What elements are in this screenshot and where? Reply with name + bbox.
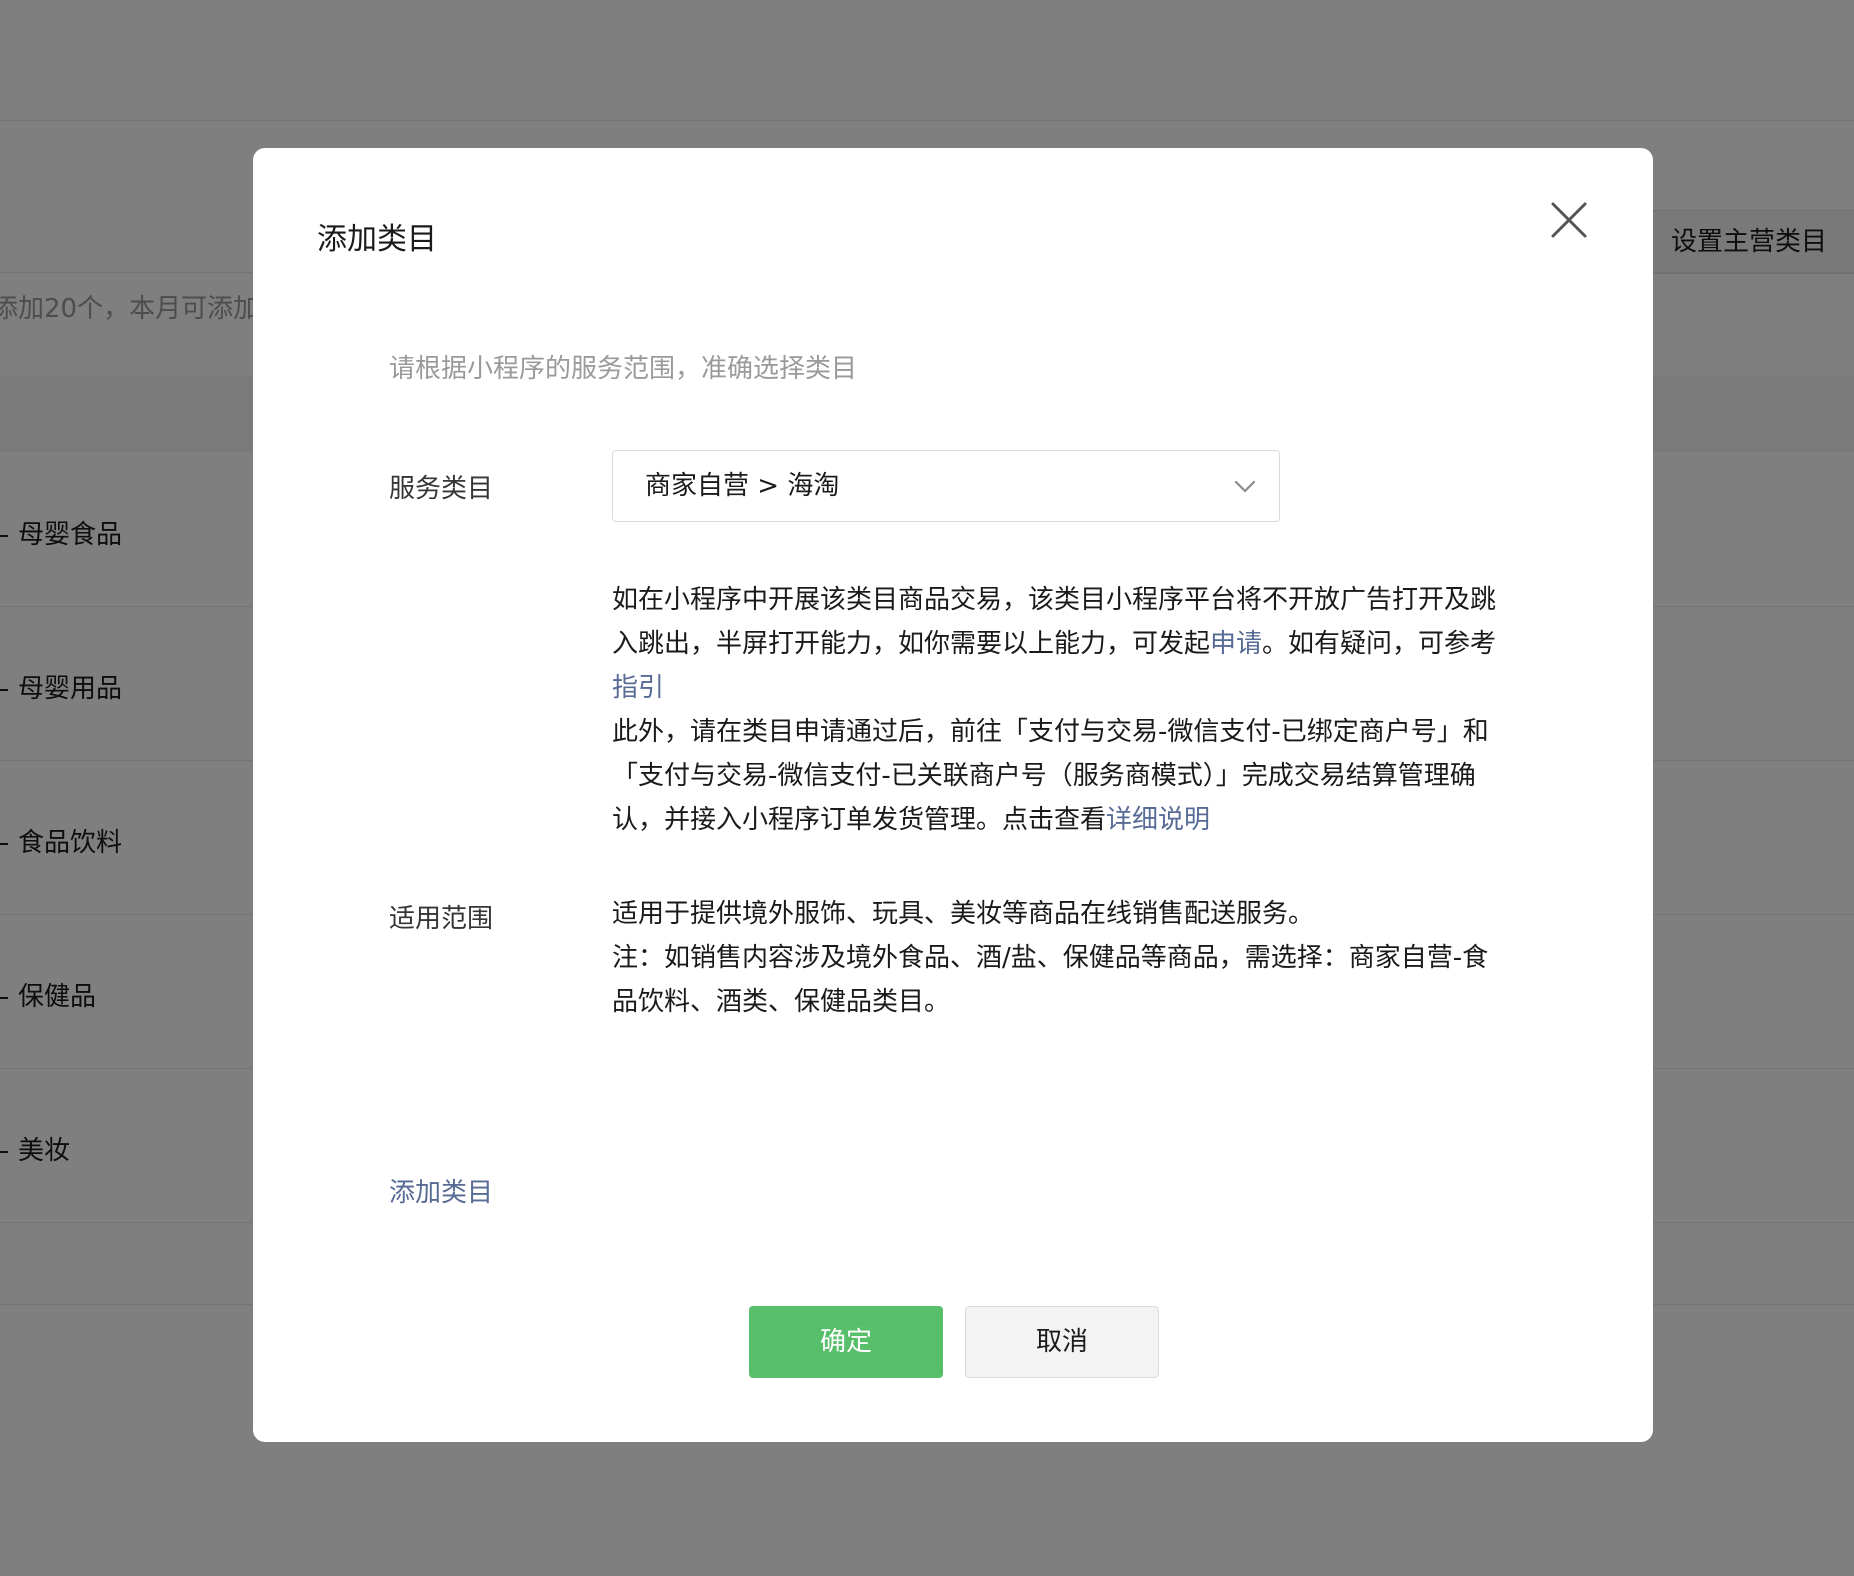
scope-label: 适用范围 <box>389 904 494 934</box>
detail-link[interactable]: 详细说明 <box>1106 805 1210 835</box>
guide-link[interactable]: 指引 <box>612 673 664 703</box>
add-category-dialog: 添加类目 请根据小程序的服务范围，准确选择类目 服务类目 商家自营 > 海淘 如… <box>253 148 1653 1442</box>
chevron-down-icon <box>1233 475 1257 497</box>
service-category-value: 商家自营 > 海淘 <box>645 471 840 501</box>
description-paragraph: 此外，请在类目申请通过后，前往「支付与交易-微信支付-已绑定商户号」和「支付与交… <box>612 717 1489 835</box>
service-category-select[interactable]: 商家自营 > 海淘 <box>612 450 1280 522</box>
description-paragraph: 如在小程序中开展该类目商品交易，该类目小程序平台将不开放广告打开及跳入跳出，半屏… <box>612 585 1497 703</box>
close-button[interactable] <box>1547 198 1591 242</box>
category-description: 如在小程序中开展该类目商品交易，该类目小程序平台将不开放广告打开及跳入跳出，半屏… <box>612 578 1512 842</box>
dialog-title: 添加类目 <box>317 222 437 257</box>
apply-link[interactable]: 申请 <box>1210 629 1262 659</box>
dialog-hint: 请根据小程序的服务范围，准确选择类目 <box>389 354 858 384</box>
scope-line: 适用于提供境外服饰、玩具、美妆等商品在线销售配送服务。 <box>612 899 1315 929</box>
service-category-label: 服务类目 <box>389 474 494 504</box>
scope-note: 注：如销售内容涉及境外食品、酒/盐、保健品等商品，需选择：商家自营-食品饮料、酒… <box>612 943 1489 1017</box>
add-category-link[interactable]: 添加类目 <box>389 1172 493 1209</box>
close-icon <box>1551 202 1587 238</box>
cancel-button[interactable]: 取消 <box>965 1306 1159 1378</box>
scope-description: 适用于提供境外服饰、玩具、美妆等商品在线销售配送服务。 注：如销售内容涉及境外食… <box>612 892 1512 1024</box>
confirm-button[interactable]: 确定 <box>749 1306 943 1378</box>
